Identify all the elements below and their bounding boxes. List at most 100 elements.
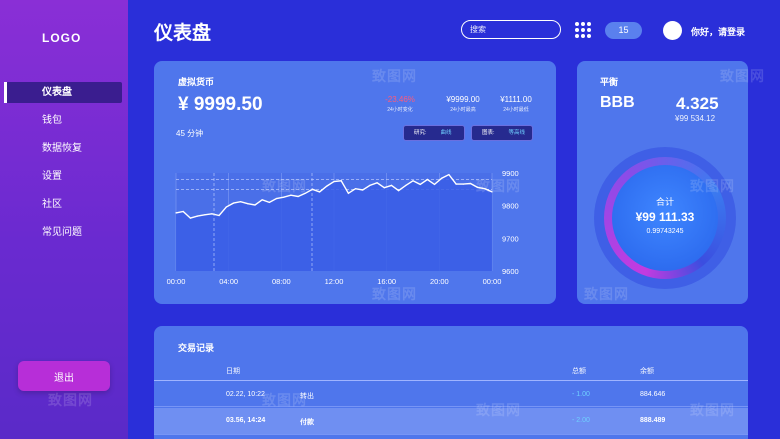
data-point	[455, 183, 457, 185]
coin-amount-cny: ¥99 534.12	[675, 114, 716, 123]
data-point	[383, 187, 385, 189]
row-total: - 2.00	[572, 417, 590, 424]
balance-title: 平衡	[600, 77, 619, 87]
logout-button[interactable]: 退出	[18, 361, 110, 391]
y-tick-label: 9700	[502, 234, 519, 243]
row-date: 02.22, 10:22	[226, 391, 265, 398]
row-balance: 884.646	[640, 391, 666, 398]
data-point	[469, 182, 472, 185]
y-tick-label: 9600	[502, 267, 519, 276]
watermark: 致图网	[690, 178, 735, 194]
watermark: 致图网	[372, 286, 417, 302]
watermark: 致图网	[262, 392, 307, 408]
transactions-card: 交易记录 日期 总额 余额 02.22, 10:22 转出 - 1.00 884…	[154, 326, 748, 439]
data-point	[462, 183, 464, 185]
total-label: 合计	[655, 197, 674, 207]
data-point	[426, 178, 428, 181]
data-point	[196, 215, 199, 217]
data-point	[189, 217, 191, 219]
logo: LOGO	[42, 31, 82, 45]
data-point	[240, 201, 242, 203]
header-date: 日期	[226, 368, 240, 375]
apps-grid-icon[interactable]	[575, 22, 591, 38]
nav-active-indicator	[4, 82, 7, 103]
data-point	[175, 212, 177, 214]
sidebar-item-community[interactable]: 社区	[42, 197, 62, 213]
data-point	[283, 196, 285, 198]
row-divider	[154, 434, 748, 435]
data-point	[319, 191, 321, 193]
data-point	[261, 199, 263, 201]
coin-amount: 4.325	[676, 94, 719, 113]
data-point	[433, 183, 436, 185]
data-point	[311, 188, 314, 190]
data-point	[182, 210, 184, 213]
row-divider	[154, 406, 748, 407]
search-input[interactable]	[461, 20, 561, 39]
row-type: 付款	[300, 419, 314, 426]
y-tick-label: 9800	[502, 202, 519, 211]
coin-name: BBB	[600, 94, 635, 111]
x-tick-label: 20:00	[430, 277, 449, 286]
x-tick-label: 04:00	[219, 277, 238, 286]
sidebar-item-wallet[interactable]: 钱包	[42, 113, 62, 129]
data-point	[340, 180, 342, 182]
data-point	[369, 184, 371, 186]
watermark: 致图网	[584, 286, 629, 302]
watermark: 致图网	[262, 178, 307, 194]
watermark: 致图网	[372, 68, 417, 84]
data-point	[448, 174, 450, 176]
total-ring: 合计 ¥99 111.33 0.99743245	[594, 147, 736, 289]
watermark: 致图网	[476, 178, 521, 194]
total-value: ¥99 111.33	[635, 210, 695, 224]
sidebar-item-data-recovery[interactable]: 数据恢复	[42, 141, 82, 157]
login-greeting[interactable]: 你好，请登录	[691, 25, 745, 38]
sidebar-item-settings[interactable]: 设置	[42, 169, 62, 185]
watermark: 致图网	[48, 392, 93, 408]
x-tick-label: 00:00	[167, 277, 186, 286]
x-tick-label: 12:00	[325, 277, 344, 286]
data-point	[326, 185, 328, 187]
data-point	[441, 177, 443, 179]
header-balance: 余额	[640, 368, 654, 375]
row-balance: 888.489	[640, 417, 666, 424]
data-point	[204, 214, 206, 216]
data-point	[232, 202, 235, 204]
data-point	[297, 195, 299, 198]
avatar[interactable]	[663, 21, 682, 40]
data-point	[398, 190, 400, 192]
data-point	[390, 184, 393, 186]
data-point	[254, 204, 256, 206]
sidebar-item-dashboard[interactable]: 仪表盘	[42, 85, 72, 101]
row-total: - 1.00	[572, 391, 590, 398]
x-tick-label: 08:00	[272, 277, 291, 286]
data-point	[362, 189, 364, 191]
data-point	[225, 206, 227, 208]
notification-badge[interactable]: 15	[605, 22, 642, 39]
data-point	[218, 214, 220, 217]
row-date: 03.56, 14:24	[226, 417, 266, 424]
header-divider	[154, 380, 748, 381]
table-row[interactable]: 02.22, 10:22 转出 - 1.00 884.646	[154, 382, 748, 408]
data-point	[347, 192, 349, 194]
total-sub: 0.99743245	[646, 228, 684, 235]
data-point	[412, 180, 414, 182]
x-tick-label: 00:00	[483, 277, 502, 286]
data-point	[354, 188, 357, 190]
transactions-title: 交易记录	[178, 343, 215, 353]
table-row[interactable]: 03.56, 14:24 付款 - 2.00 888.489	[154, 408, 748, 434]
watermark: 致图网	[720, 68, 765, 84]
watermark: 致图网	[690, 402, 735, 418]
page-title: 仪表盘	[154, 23, 212, 44]
data-point	[211, 213, 213, 215]
sidebar-item-faq[interactable]: 常见问题	[42, 225, 82, 241]
data-point	[405, 184, 407, 186]
sidebar: LOGO 仪表盘 钱包 数据恢复 设置 社区 常见问题 退出	[0, 0, 128, 439]
data-point	[268, 201, 270, 203]
data-point	[419, 183, 421, 185]
header-total: 总额	[572, 368, 586, 375]
data-point	[333, 180, 335, 183]
data-point	[376, 182, 378, 184]
data-point	[275, 197, 278, 200]
data-point	[247, 203, 249, 205]
